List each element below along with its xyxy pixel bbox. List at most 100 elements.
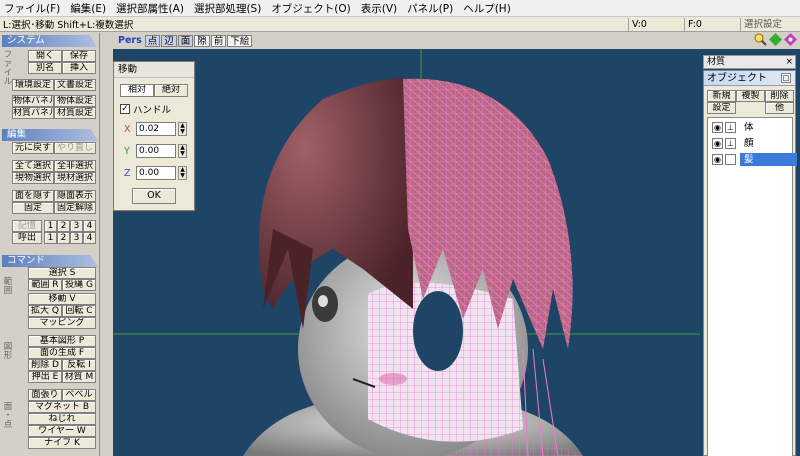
basic-shape-button[interactable]: 基本図形 P (28, 335, 96, 347)
menu-edit[interactable]: 編集(E) (70, 1, 106, 16)
y-spinner[interactable]: ▲ ▼ (178, 144, 187, 158)
menu-selection-process[interactable]: 選択部処理(S) (194, 1, 261, 16)
invert-tool-button[interactable]: 反転 I (62, 359, 96, 371)
select-current-material-button[interactable]: 現材選択 (54, 172, 96, 184)
memory-3-button[interactable]: 3 (70, 220, 83, 232)
recall-2-button[interactable]: 2 (57, 232, 70, 244)
face-generate-button[interactable]: 面の生成 F (28, 347, 96, 359)
view-front-button[interactable]: 前 (210, 35, 227, 47)
handle-checkbox[interactable]: ✓ (120, 104, 130, 114)
panel-menu-icon[interactable]: □ (781, 73, 791, 83)
menu-selection-attr[interactable]: 選択部属性(A) (116, 1, 184, 16)
knife-tool-button[interactable]: ナイフ K (28, 437, 96, 449)
absolute-tab[interactable]: 絶対 (154, 84, 188, 97)
range-group-label: 範 囲 (3, 277, 13, 296)
memory-4-button[interactable]: 4 (83, 220, 96, 232)
list-item[interactable]: ◉ 髪 (712, 152, 797, 166)
save-as-button[interactable]: 別名 (28, 62, 62, 74)
z-spinner[interactable]: ▲ ▼ (178, 166, 187, 180)
menu-help[interactable]: ヘルプ(H) (463, 1, 511, 16)
object-settings-button[interactable]: 設定 (707, 102, 736, 114)
material-tool-button[interactable]: 材質 M (62, 371, 96, 383)
mapping-tool-button[interactable]: マッピング (28, 317, 96, 329)
object-panel-button[interactable]: 物体パネル (12, 95, 54, 107)
magnet-tool-button[interactable]: マグネット B (28, 401, 96, 413)
memory-1-button[interactable]: 1 (44, 220, 57, 232)
wire-tool-button[interactable]: ワイヤー W (28, 425, 96, 437)
list-item[interactable]: ◉ ⊥ 顔 (712, 136, 797, 150)
view-edge-button[interactable]: 辺 (161, 35, 177, 47)
y-axis-label: Y (124, 146, 130, 157)
move-tool-button[interactable]: 移動 V (28, 293, 96, 305)
copy-object-button[interactable]: 複製 (736, 90, 765, 102)
eye-icon[interactable]: ◉ (712, 137, 723, 149)
recall-1-button[interactable]: 1 (44, 232, 57, 244)
twist-tool-button[interactable]: ねじれ (28, 413, 96, 425)
view-face-button[interactable]: 面 (177, 35, 194, 47)
list-item[interactable]: ◉ ⊥ 体 (712, 120, 797, 134)
3d-viewport[interactable] (113, 49, 700, 456)
rotate-view-icon[interactable] (784, 33, 797, 46)
scale-tool-button[interactable]: 拡大 Q (28, 305, 62, 317)
x-spinner[interactable]: ▲ ▼ (178, 122, 187, 136)
select-all-button[interactable]: 全て選択 (12, 160, 54, 172)
recall-3-button[interactable]: 3 (70, 232, 83, 244)
close-icon[interactable]: × (785, 56, 793, 68)
recall-4-button[interactable]: 4 (83, 232, 96, 244)
delete-tool-button[interactable]: 削除 D (28, 359, 62, 371)
memory-2-button[interactable]: 2 (57, 220, 70, 232)
object-settings-button[interactable]: 物体設定 (54, 95, 96, 107)
lock-icon[interactable] (725, 153, 736, 165)
relative-tab[interactable]: 相対 (120, 84, 154, 97)
object-name: 顔 (744, 137, 754, 149)
select-current-object-button[interactable]: 現物選択 (12, 172, 54, 184)
undo-button[interactable]: 元に戻す (12, 142, 54, 154)
x-value-field[interactable]: 0.02 (136, 122, 176, 136)
pan-icon[interactable] (769, 33, 782, 46)
view-thru-button[interactable]: 隙 (194, 35, 210, 47)
fix-button[interactable]: 固定 (12, 202, 54, 214)
lasso-tool-button[interactable]: 投縄 G (62, 279, 96, 291)
view-point-button[interactable]: 点 (144, 35, 161, 47)
delete-object-button[interactable]: 削除 (765, 90, 794, 102)
menu-view[interactable]: 表示(V) (361, 1, 397, 16)
menu-object[interactable]: オブジェクト(O) (271, 1, 350, 16)
env-settings-button[interactable]: 環境設定 (12, 79, 54, 91)
extrude-tool-button[interactable]: 押出 E (28, 371, 62, 383)
show-hidden-button[interactable]: 隠面表示 (54, 190, 96, 202)
eye-icon[interactable]: ◉ (712, 121, 723, 133)
perspective-toggle[interactable]: Pers (116, 35, 144, 47)
doc-settings-button[interactable]: 文書設定 (54, 79, 96, 91)
bevel-button[interactable]: ベベル (62, 389, 96, 401)
redo-button[interactable]: やり直し (54, 142, 96, 154)
z-value-field[interactable]: 0.00 (136, 166, 176, 180)
lock-icon[interactable]: ⊥ (725, 121, 736, 133)
model-render (113, 49, 700, 456)
ok-button[interactable]: OK (132, 188, 176, 204)
hide-faces-button[interactable]: 面を隠す (12, 190, 54, 202)
material-settings-button[interactable]: 材質設定 (54, 107, 96, 119)
open-button[interactable]: 開く (28, 50, 62, 62)
menu-panel[interactable]: パネル(P) (407, 1, 453, 16)
menu-file[interactable]: ファイル(F) (4, 1, 60, 16)
other-button[interactable]: 他 (765, 102, 794, 114)
range-tool-button[interactable]: 範囲 R (28, 279, 62, 291)
zoom-icon[interactable] (754, 33, 767, 46)
new-object-button[interactable]: 新規 (707, 90, 736, 102)
status-bar: L:選択･移動 Shift+L:複数選択 V:0 F:0 選択設定 (0, 17, 800, 32)
lock-icon[interactable]: ⊥ (725, 137, 736, 149)
eye-icon[interactable]: ◉ (712, 153, 723, 165)
view-underlay-button[interactable]: 下絵 (227, 35, 253, 47)
select-tool-button[interactable]: 選択 S (28, 267, 96, 279)
shape-group-label: 図 形 (3, 342, 13, 361)
handle-label: ハンドル (133, 105, 172, 116)
y-value-field[interactable]: 0.00 (136, 144, 176, 158)
face-stretch-button[interactable]: 面張り (28, 389, 62, 401)
deselect-all-button[interactable]: 全非選択 (54, 160, 96, 172)
rotate-tool-button[interactable]: 回転 C (62, 305, 96, 317)
material-panel-button[interactable]: 材質パネル (12, 107, 54, 119)
object-name: 髪 (740, 152, 797, 166)
unfix-button[interactable]: 固定解除 (54, 202, 96, 214)
insert-button[interactable]: 挿入 (62, 62, 96, 74)
save-button[interactable]: 保存 (62, 50, 96, 62)
